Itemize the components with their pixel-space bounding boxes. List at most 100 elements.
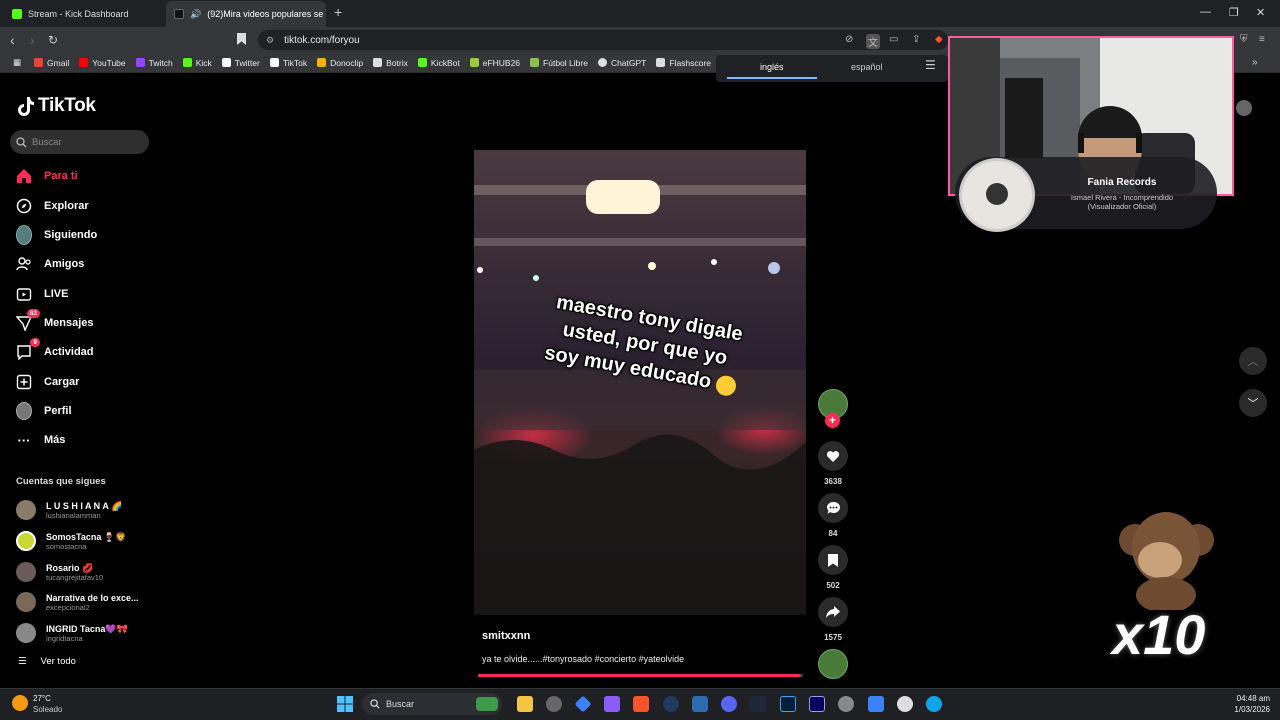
bookmark-chatgpt[interactable]: ChatGPT	[593, 58, 651, 68]
video-author[interactable]: smitxxnn	[482, 630, 530, 642]
nav-explorar[interactable]: Explorar	[16, 195, 89, 217]
tongue-emoji-icon	[714, 373, 738, 398]
bookmark-twitter[interactable]: Twitter	[217, 58, 265, 68]
tiktok-logo[interactable]: TikTok	[16, 95, 96, 117]
premiere-icon[interactable]	[809, 696, 825, 712]
windows-start-icon[interactable]	[337, 696, 353, 712]
search-input[interactable]: Buscar	[10, 130, 149, 154]
bookmark-youtube[interactable]: YouTube	[74, 58, 130, 68]
weather-sun-icon[interactable]	[12, 695, 28, 711]
nav-mensajes[interactable]: 83 Mensajes	[16, 309, 94, 334]
tab-kick-dashboard[interactable]: Stream - Kick Dashboard	[4, 1, 164, 27]
weather-description[interactable]: Soleado	[33, 705, 62, 714]
steam-icon[interactable]	[750, 696, 766, 712]
bookmark-tiktok[interactable]: TikTok	[265, 58, 312, 68]
bookmark-donoclip[interactable]: Donoclip	[312, 58, 368, 68]
see-all-link[interactable]: ☰ Ver todo	[18, 656, 76, 667]
live-icon	[16, 286, 32, 302]
forward-icon[interactable]: ›	[30, 32, 35, 48]
translate-source-language[interactable]: inglés	[760, 62, 784, 72]
music-disc-icon[interactable]	[818, 649, 848, 679]
weather-temperature[interactable]: 27°C	[33, 694, 51, 703]
video-progress-bar[interactable]	[478, 674, 803, 677]
nav-siguiendo[interactable]: Siguiendo	[16, 224, 97, 246]
chrome-icon[interactable]	[546, 696, 562, 712]
bookmark-label: TikTok	[282, 57, 308, 68]
site-info-icon[interactable]: ⚙	[266, 35, 274, 46]
notepad-icon[interactable]	[868, 696, 884, 712]
discord-icon[interactable]	[721, 696, 737, 712]
reload-icon[interactable]: ↻	[48, 33, 58, 47]
followed-account[interactable]: Rosario 💋 tucangrejitafav10	[16, 560, 103, 584]
x-icon	[221, 58, 231, 67]
nav-label: Siguiendo	[44, 229, 98, 241]
now-playing-detail: (Visualizador Oficial)	[1087, 202, 1157, 211]
like-button[interactable]: 3638	[818, 441, 848, 486]
bookmark-gmail[interactable]: Gmail	[29, 58, 74, 68]
bookmark-futbol-libre[interactable]: Fútbol Libre	[525, 58, 593, 68]
bookmark-botrix[interactable]: Botrix	[368, 58, 413, 68]
followed-account[interactable]: Narrativa de lo exce... excepcional2	[16, 590, 139, 614]
more-bookmarks-icon[interactable]: »	[1252, 57, 1258, 68]
followed-account[interactable]: SomosTacna 🍷🦁 somostacna	[16, 529, 126, 553]
new-tab-button[interactable]: +	[334, 4, 342, 20]
nav-amigos[interactable]: Amigos	[16, 253, 84, 275]
followed-account[interactable]: INGRID Tacna💜🎀 ingridtacna	[16, 621, 128, 645]
file-explorer-icon[interactable]	[517, 696, 533, 712]
save-button[interactable]: 502	[818, 545, 848, 590]
calculator-icon[interactable]	[692, 696, 708, 712]
previous-video-button[interactable]: ︿	[1239, 347, 1267, 375]
translate-menu-icon[interactable]: ☰	[925, 58, 936, 72]
brave-browser-icon[interactable]	[633, 696, 649, 712]
comment-button[interactable]: 84	[818, 493, 848, 538]
share-icon[interactable]: ⇪	[912, 34, 920, 45]
nav-live[interactable]: LIVE	[16, 283, 68, 305]
apps-grid-icon[interactable]: ▦	[8, 57, 29, 68]
photoshop-icon[interactable]	[780, 696, 796, 712]
clock-time[interactable]: 04:48 am	[1218, 694, 1270, 703]
nav-mas[interactable]: ··· Más	[16, 429, 66, 451]
speaker-icon[interactable]: 🔊	[190, 9, 201, 20]
share-arrow-icon	[818, 597, 848, 627]
account-name: Narrativa de lo exce...	[46, 592, 139, 603]
player-icon[interactable]	[897, 696, 913, 712]
bookmark-efhub[interactable]: eFHUB26	[465, 58, 525, 68]
taskbar-search[interactable]: Buscar	[362, 693, 502, 715]
account-handle: somostacna	[46, 541, 87, 551]
share-button[interactable]: 1575	[818, 597, 848, 642]
nav-para-ti[interactable]: Para ti	[16, 165, 78, 187]
back-icon[interactable]: ‹	[10, 32, 15, 48]
cast-icon[interactable]: ⊘	[845, 34, 853, 45]
nav-perfil[interactable]: Perfil	[16, 400, 72, 422]
bookmark-twitch[interactable]: Twitch	[131, 58, 178, 68]
video-description[interactable]: ya te olvide......#tonyrosado #concierto…	[482, 654, 684, 664]
clock-date[interactable]: 1/03/2026	[1218, 705, 1270, 714]
minimize-icon[interactable]: —	[1200, 6, 1211, 18]
translate-target-language[interactable]: español	[851, 62, 883, 72]
bookmark-kick[interactable]: Kick	[178, 58, 217, 68]
media-app-icon[interactable]	[663, 696, 679, 712]
user-avatar[interactable]	[1236, 100, 1252, 116]
menu-icon[interactable]: ≡	[1259, 34, 1265, 45]
tiktok-favicon-icon	[174, 9, 184, 19]
activity-icon: 9	[16, 338, 40, 360]
close-window-icon[interactable]: ✕	[1256, 6, 1265, 19]
tab-title: Stream - Kick Dashboard	[28, 9, 129, 19]
bookmark-flashscore[interactable]: Flashscore	[651, 58, 716, 68]
followed-account[interactable]: L U S H I A N A 🌈 lushianalamman	[16, 498, 122, 522]
tab-tiktok[interactable]: 🔊 (92)Mira videos populares se ✕	[166, 1, 326, 27]
album-art-center	[986, 183, 1008, 205]
app-purple-icon[interactable]	[604, 696, 620, 712]
next-video-button[interactable]: ﹀	[1239, 389, 1267, 417]
vpn-shield-icon[interactable]: ⛨	[1240, 34, 1248, 45]
settings-gear-icon[interactable]	[838, 696, 854, 712]
edge-icon[interactable]	[926, 696, 942, 712]
nav-cargar[interactable]: Cargar	[16, 371, 79, 393]
install-icon[interactable]: ▭	[889, 34, 898, 45]
bookmark-kickbot[interactable]: KickBot	[413, 58, 465, 68]
translate-icon[interactable]: 文	[866, 34, 880, 49]
follow-plus-icon[interactable]: +	[825, 413, 840, 428]
brave-shield-icon[interactable]: ◆	[935, 34, 943, 45]
nav-actividad[interactable]: 9 Actividad	[16, 338, 94, 363]
maximize-icon[interactable]: ❐	[1229, 6, 1239, 19]
